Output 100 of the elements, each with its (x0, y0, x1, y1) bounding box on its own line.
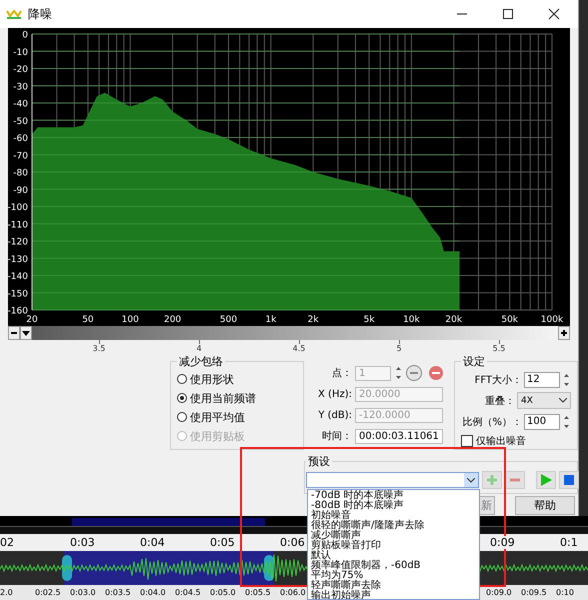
axis-label: -90 (13, 186, 28, 196)
axis-label: 5k (364, 315, 375, 325)
field-label: 比例（%）： (462, 416, 522, 428)
time-label: 0:04.0 (140, 588, 166, 597)
axis-label: -10 (13, 48, 28, 58)
remove-point-icon[interactable] (429, 366, 443, 380)
time-label: 0:1 (560, 536, 578, 549)
time-label: 0:09.5 (521, 588, 547, 597)
axis-label: 20 (26, 315, 38, 325)
caret-icon (22, 329, 30, 337)
time-label: 0:09 (490, 536, 515, 549)
zigzag-icon (6, 8, 22, 20)
preset-option[interactable]: 初始噪音 (311, 511, 479, 521)
preset-option[interactable]: 剪贴板噪音打印 (311, 541, 479, 551)
axis-label: 200 (164, 315, 182, 325)
time-label: 0:10 (556, 588, 574, 597)
axis-label: -50 (13, 116, 28, 127)
preset-option[interactable]: 减少嘶嘶声 (311, 531, 479, 541)
close-icon[interactable] (548, 8, 560, 20)
radio-label: 使用当前频谱 (190, 390, 256, 406)
axis-label: -20 (13, 65, 28, 75)
time-label: 0:06 (280, 536, 305, 549)
axis-label: -100 (8, 203, 28, 213)
time-label: 0:05.5 (245, 588, 271, 597)
axis-label: 1k (265, 315, 276, 325)
axis-label: -130 (8, 254, 28, 265)
checkbox[interactable] (461, 435, 473, 447)
axis-label: -60 (13, 134, 28, 144)
axis-label: 50k (501, 315, 518, 325)
time-label: 0:03.5 (105, 588, 131, 597)
field-label: 重叠： (485, 394, 515, 408)
time-label: 0:04.5 (175, 588, 201, 597)
chevron-icon (467, 478, 475, 482)
overlap-dropdown[interactable]: 4X (517, 392, 571, 409)
input-field[interactable]: 00:00:03.11061 (355, 428, 443, 444)
input-field[interactable]: 12 (524, 372, 560, 388)
scale-label: 4.5 (292, 344, 306, 353)
axis-label: -110 (8, 220, 28, 230)
field-label: FFT大小： (474, 374, 522, 386)
radio-button[interactable] (177, 412, 187, 422)
plus-icon (560, 329, 568, 337)
maximize-icon[interactable] (502, 8, 514, 20)
axis-label: 500 (220, 315, 238, 325)
time-label: 0:05 (210, 536, 235, 549)
time-label: 0:03 (70, 536, 95, 549)
preset-option[interactable]: 默认 (311, 551, 479, 561)
preset-option[interactable]: -80dB 时的本底噪声 (311, 501, 479, 511)
preset-option[interactable]: 平均为75% (311, 571, 479, 581)
time-label: 02 (0, 536, 14, 549)
zoom-in-button[interactable] (558, 326, 570, 340)
scale-label: 4 (196, 344, 202, 353)
play-icon (540, 474, 552, 486)
time-label: 0:04 (140, 536, 165, 549)
dialog-button[interactable]: 帮助 (515, 496, 575, 514)
radio-button[interactable] (177, 374, 187, 384)
window-title: 降噪 (28, 6, 52, 22)
axis-label: -30 (13, 82, 28, 92)
radio-button[interactable] (177, 393, 187, 403)
group-title: 减少包络 (178, 354, 224, 369)
stop-button[interactable] (559, 471, 579, 489)
axis-label: 0 (22, 30, 28, 40)
preset-option[interactable]: 频率峰值限制器，-60dB (311, 561, 479, 571)
plus-icon (486, 474, 498, 486)
field-label: 时间： (321, 430, 352, 443)
axis-label: 50 (82, 315, 94, 325)
axis-label: -80 (13, 168, 28, 178)
axis-label: 100 (122, 315, 139, 325)
scale-label: 3.5 (92, 344, 106, 353)
time-label: 0:03.0 (70, 588, 96, 597)
time-label: 2.0 (0, 588, 13, 597)
scale-label: 5 (396, 344, 402, 353)
radio-label: 使用剪贴板 (190, 428, 245, 444)
group-title: 预设 (307, 454, 331, 469)
axis-label: -40 (13, 100, 28, 110)
dropdown-button[interactable] (20, 326, 32, 340)
axis-label: 10k (403, 315, 420, 325)
axis-label: 20k (445, 315, 462, 325)
field-label: X (Hz): (317, 388, 352, 400)
axis-label: 2k (308, 315, 319, 325)
time-label: 0:06.0 (280, 588, 306, 597)
add-point-icon[interactable] (406, 365, 422, 381)
field-label: Y (dB): (317, 410, 352, 420)
axis-label: 100k (540, 315, 564, 325)
axis-label: -70 (13, 151, 28, 162)
minus-icon (10, 329, 18, 337)
stop-icon (564, 475, 574, 485)
field-label: 点： (331, 366, 352, 380)
axis-label: -150 (8, 289, 28, 300)
preset-option[interactable]: 轻声嘶嘶声去除 (311, 581, 479, 591)
remove-preset-button[interactable] (505, 471, 525, 489)
group-title: 设定 (462, 354, 486, 369)
preset-dropdown[interactable] (306, 472, 479, 488)
preset-option[interactable]: 很轻的嘶嘶声/隆隆声去除 (311, 521, 479, 531)
checkbox-label: 仅输出噪音 (476, 434, 526, 448)
radio-label: 使用平均值 (190, 410, 245, 424)
axis-label: -120 (8, 238, 28, 248)
input-field[interactable]: 100 (524, 414, 560, 430)
time-label: 0:05.0 (210, 588, 236, 597)
zoom-out-button[interactable] (8, 326, 20, 340)
axis-label: -140 (8, 272, 28, 282)
